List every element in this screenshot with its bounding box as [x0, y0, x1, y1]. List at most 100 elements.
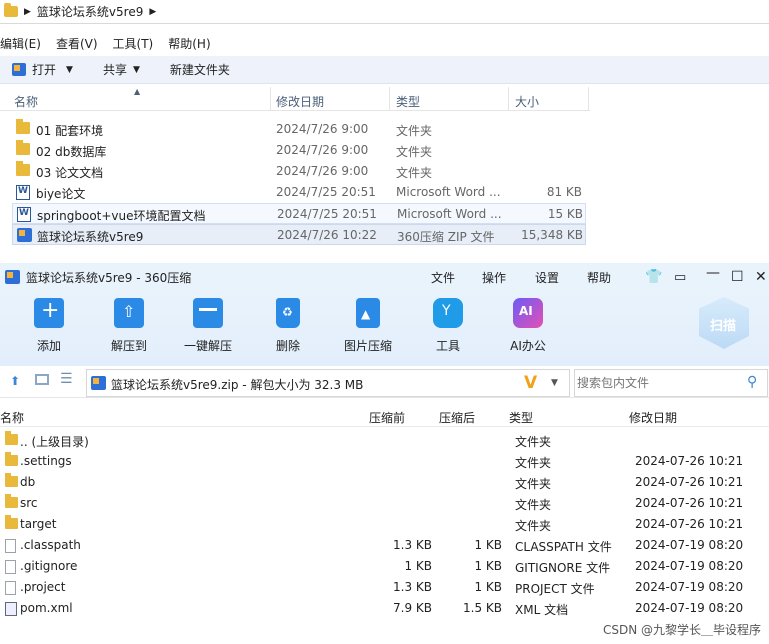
up-arrow-icon[interactable]: ⬆ [10, 374, 20, 388]
menu-operate[interactable]: 操作 [482, 269, 506, 286]
archive-type: 文件夹 [515, 477, 552, 491]
ai-office-button[interactable]: AI AI办公 [498, 298, 558, 354]
column-date[interactable]: 修改日期 [276, 93, 324, 110]
archive-date: 2024-07-19 08:20 [635, 559, 744, 573]
add-button[interactable]: + 添加 [19, 298, 79, 354]
archive-name: .settings [20, 454, 72, 468]
archive-type: XML 文档 [515, 603, 569, 617]
search-icon[interactable]: ⚲ [747, 374, 757, 390]
window-title: 篮球论坛系统v5re9 - 360压缩 [26, 270, 192, 285]
file-row[interactable]: 篮球论坛系统v5re9 2024/7/26 10:22 360压缩 ZIP 文件 15… [12, 224, 586, 245]
file-icon [5, 539, 16, 553]
archive-name: .. (上级目录) [20, 435, 89, 449]
path-field[interactable]: 篮球论坛系统v5re9.zip - 解包大小为 32.3 MB V ▼ [86, 369, 570, 397]
chevron-right-icon[interactable]: ▶ [149, 7, 156, 17]
archive-name: .classpath [20, 538, 81, 552]
xml-icon [5, 602, 17, 616]
archive-row[interactable]: .. (上级目录) 文件夹 [0, 429, 769, 450]
skin-icon[interactable]: 👕 [645, 269, 662, 285]
thumbnail-view-icon[interactable] [35, 374, 49, 385]
file-name: springboot+vue环境配置文档 [37, 209, 206, 223]
v-logo-icon[interactable]: V [524, 373, 537, 393]
archive-name: .gitignore [20, 559, 78, 573]
column-size[interactable]: 大小 [515, 93, 539, 110]
file-type: 文件夹 [396, 124, 433, 138]
archive-row[interactable]: .settings 文件夹 2024-07-26 10:21 [0, 450, 769, 471]
title-bar: 篮球论坛系统v5re9 - 360压缩 文件 操作 设置 帮助 👕 ▭ — ☐ … [0, 263, 769, 291]
search-input[interactable] [577, 374, 737, 392]
column-name[interactable]: 名称 [14, 93, 38, 110]
archive-name: pom.xml [20, 601, 73, 615]
search-field[interactable]: ⚲ [574, 369, 768, 397]
open-button[interactable]: 打开 ▼ [12, 61, 73, 78]
list-view-icon[interactable]: ☰ [60, 371, 73, 387]
add-icon: + [34, 298, 64, 328]
folder-icon [5, 494, 18, 508]
breadcrumb-item[interactable]: 篮球论坛系统v5re9 [37, 3, 143, 20]
archive-type: 文件夹 [515, 498, 552, 512]
file-row[interactable]: 03 论文文档 2024/7/26 9:00 文件夹 [12, 161, 586, 182]
archive-row[interactable]: .project 1.3 KB 1 KB PROJECT 文件 2024-07-19 0… [0, 576, 769, 597]
chevron-down-icon[interactable]: ▼ [551, 378, 558, 388]
column-before[interactable]: 压缩前 [369, 409, 405, 426]
menu-settings[interactable]: 设置 [535, 269, 559, 286]
column-name[interactable]: 名称 [0, 409, 24, 426]
menu-view[interactable]: 查看(V) [56, 35, 98, 52]
file-name: biye论文 [36, 187, 86, 201]
minimize-button[interactable]: — [706, 265, 720, 281]
archive-row[interactable]: .classpath 1.3 KB 1 KB CLASSPATH 文件 2024-07-… [0, 534, 769, 555]
delete-button[interactable]: ♻ 删除 [258, 298, 318, 354]
scan-button[interactable]: 扫描 [699, 297, 749, 349]
address-bar[interactable]: ▶ 篮球论坛系统v5re9 ▶ [0, 0, 769, 24]
word-icon [17, 207, 31, 222]
column-type[interactable]: 类型 [509, 409, 533, 426]
image-icon: ▲ [356, 298, 380, 328]
archive-row[interactable]: pom.xml 7.9 KB 1.5 KB XML 文档 2024-07-19 08:2… [0, 597, 769, 618]
menu-help[interactable]: 帮助(H) [168, 35, 210, 52]
archive-after: 1 KB [474, 580, 502, 594]
extract-to-button[interactable]: ⇧ 解压到 [99, 298, 159, 354]
archive-date: 2024-07-26 10:21 [635, 454, 744, 468]
archive-after: 1.5 KB [463, 601, 502, 615]
one-click-extract-button[interactable]: 一键解压 [178, 298, 238, 354]
zip-icon [17, 228, 32, 242]
ribbon-toolbar: + 添加 ⇧ 解压到 一键解压 ♻ 删除 ▲ 图片压缩 Y 工具 AI AI办公… [0, 291, 769, 366]
folder-icon [5, 452, 18, 466]
tools-button[interactable]: Y 工具 [418, 298, 478, 354]
column-after[interactable]: 压缩后 [439, 409, 475, 426]
column-type[interactable]: 类型 [396, 93, 420, 110]
archive-row[interactable]: target 文件夹 2024-07-26 10:21 [0, 513, 769, 534]
menu-edit[interactable]: 编辑(E) [0, 35, 41, 52]
maximize-button[interactable]: ☐ [731, 269, 744, 285]
close-button[interactable]: ✕ [755, 269, 767, 285]
open-icon [12, 63, 26, 76]
archive-row[interactable]: src 文件夹 2024-07-26 10:21 [0, 492, 769, 513]
menu-file[interactable]: 文件 [431, 269, 455, 286]
archive-type: PROJECT 文件 [515, 582, 595, 596]
file-row[interactable]: 02 db数据库 2024/7/26 9:00 文件夹 [12, 140, 586, 161]
archive-type: GITIGNORE 文件 [515, 561, 611, 575]
archive-date: 2024-07-26 10:21 [635, 496, 744, 510]
archive-name: .project [20, 580, 66, 594]
chevron-right-icon[interactable]: ▶ [24, 7, 31, 17]
new-folder-button[interactable]: 新建文件夹 [170, 61, 230, 78]
image-compress-button[interactable]: ▲ 图片压缩 [338, 298, 398, 354]
archive-row[interactable]: db 文件夹 2024-07-26 10:21 [0, 471, 769, 492]
file-date: 2024/7/25 20:51 [276, 185, 376, 199]
feedback-icon[interactable]: ▭ [674, 270, 686, 285]
file-type: 文件夹 [396, 166, 433, 180]
menu-tools[interactable]: 工具(T) [113, 35, 154, 52]
file-row[interactable]: 01 配套环境 2024/7/26 9:00 文件夹 [12, 119, 586, 140]
menu-help[interactable]: 帮助 [587, 269, 611, 286]
file-row[interactable]: springboot+vue环境配置文档2024/7/25 20:51Micro… [12, 203, 586, 224]
recycle-icon: ♻ [276, 298, 300, 328]
app-icon [5, 270, 20, 284]
file-size: 81 KB [546, 185, 582, 199]
file-row[interactable]: biye论文2024/7/25 20:51Microsoft Word ...8… [12, 182, 586, 203]
column-date[interactable]: 修改日期 [629, 409, 677, 426]
archive-row[interactable]: .gitignore 1 KB 1 KB GITIGNORE 文件 2024-07-19… [0, 555, 769, 576]
folder-icon [5, 473, 18, 487]
archive-after: 1 KB [474, 559, 502, 573]
zip-icon [91, 376, 106, 390]
share-button[interactable]: 共享 ▼ [103, 61, 140, 78]
